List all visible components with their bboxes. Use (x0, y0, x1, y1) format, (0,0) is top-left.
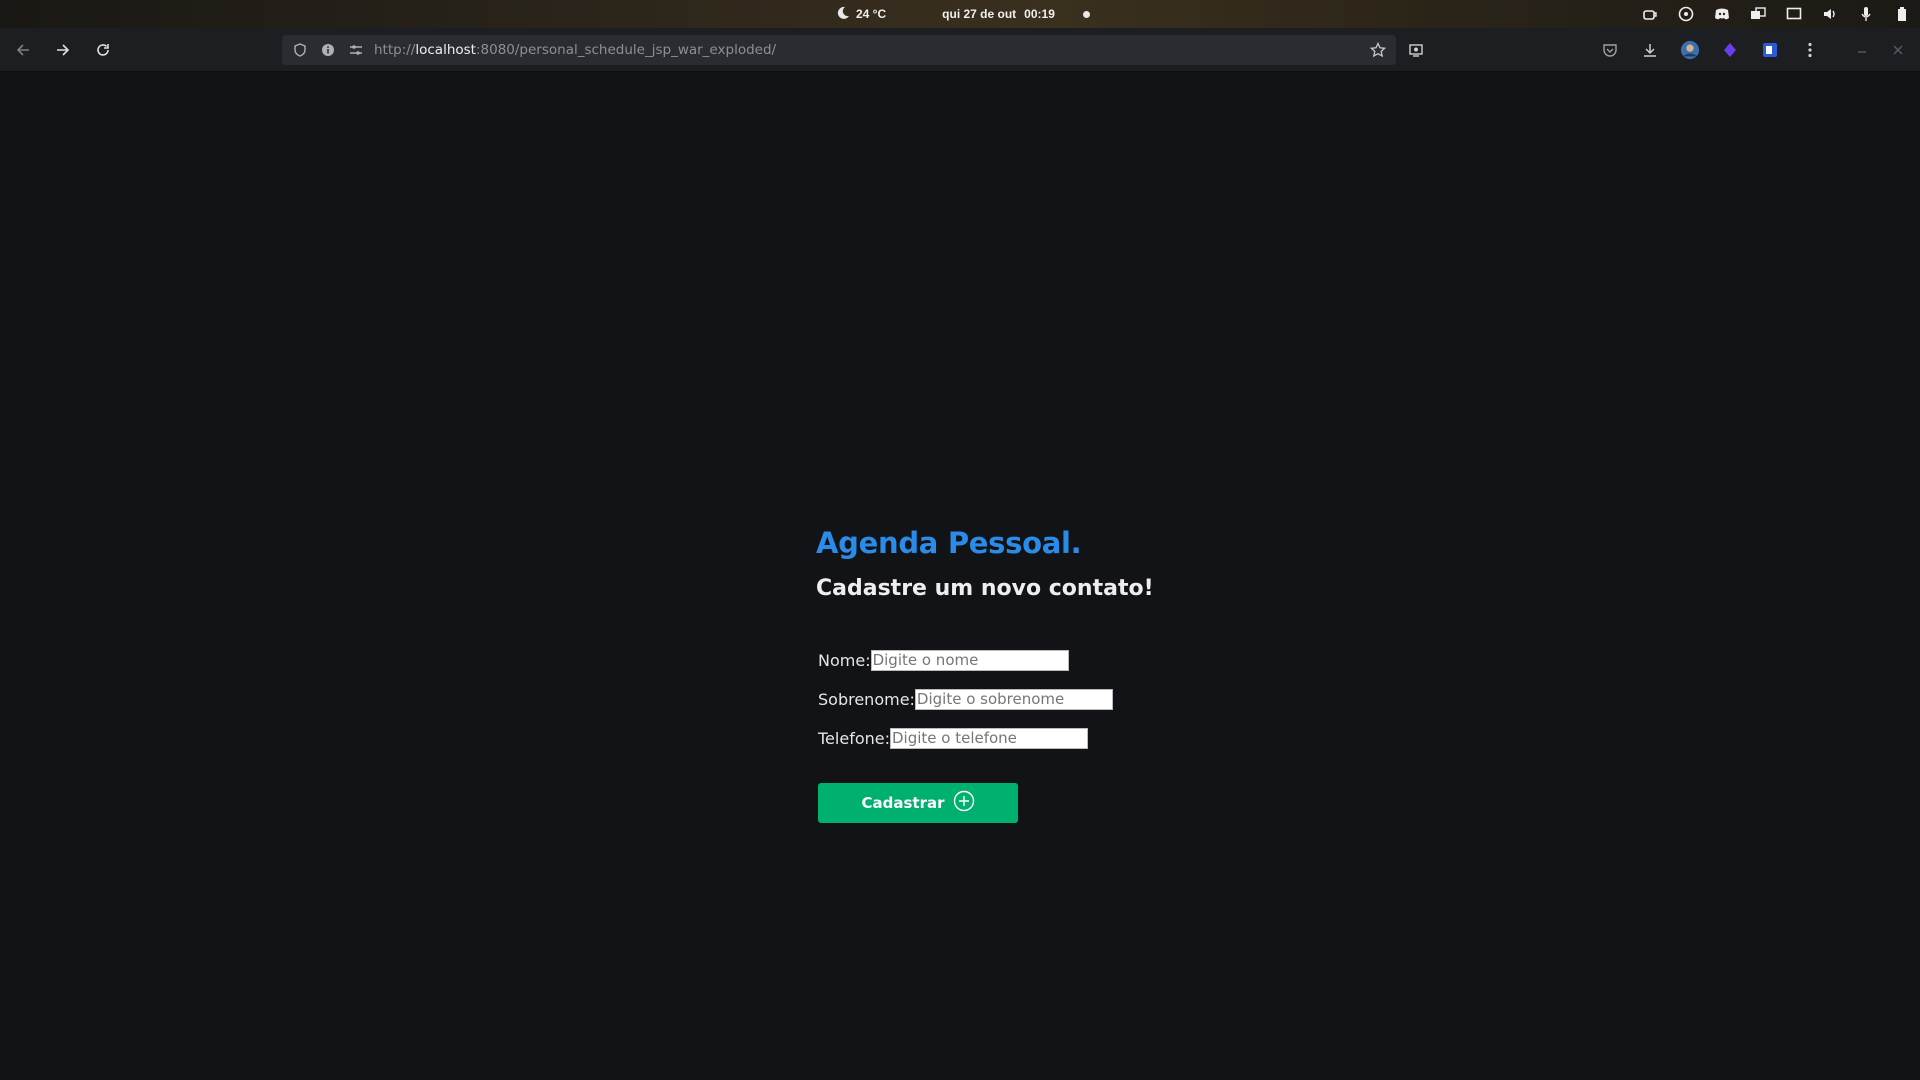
moon-icon (836, 6, 850, 23)
menu-icon[interactable] (1800, 40, 1820, 60)
url-host: localhost (415, 42, 476, 58)
close-icon[interactable] (1888, 40, 1908, 60)
reload-button[interactable] (91, 38, 115, 62)
extension-blue-icon[interactable] (1760, 40, 1780, 60)
url-path: :8080/personal_schedule_jsp_war_exploded… (475, 42, 777, 58)
screenshot-icon[interactable] (1406, 40, 1426, 60)
field-row-telefone: Telefone: (818, 727, 1236, 749)
nome-label: Nome: (818, 650, 871, 670)
system-clock-area[interactable]: 24 °C qui 27 de out 00:19 (836, 0, 1090, 28)
nome-input[interactable] (870, 649, 1069, 671)
extension-purple-icon[interactable] (1720, 40, 1740, 60)
date-label: qui 27 de out (942, 7, 1017, 21)
telefone-input[interactable] (889, 727, 1088, 749)
field-row-nome: Nome: (818, 649, 1236, 671)
info-icon[interactable] (320, 42, 336, 58)
screen-icon[interactable] (1786, 6, 1802, 22)
window-switch-icon[interactable] (1750, 6, 1766, 22)
notification-dot (1082, 10, 1090, 18)
system-top-bar: 24 °C qui 27 de out 00:19 (0, 0, 1920, 28)
form-fields: Nome: Sobrenome: Telefone: (816, 649, 1236, 749)
microphone-icon[interactable] (1858, 6, 1874, 22)
pocket-icon[interactable] (1600, 40, 1620, 60)
volume-icon[interactable] (1822, 6, 1838, 22)
cadastrar-button[interactable]: Cadastrar (818, 783, 1018, 823)
back-button[interactable] (11, 38, 35, 62)
weather-widget[interactable]: 24 °C (836, 6, 886, 23)
contact-form: Agenda Pessoal. Cadastre um novo contato… (816, 526, 1236, 823)
url-scheme: http:// (374, 42, 416, 58)
page-content: Agenda Pessoal. Cadastre um novo contato… (0, 72, 1920, 1080)
system-tray (1642, 0, 1910, 28)
cadastrar-label: Cadastrar (861, 794, 945, 812)
telefone-label: Telefone: (818, 728, 890, 748)
minimize-icon[interactable] (1852, 40, 1872, 60)
site-permissions-icon[interactable] (348, 42, 364, 58)
plus-circle-icon (953, 790, 975, 816)
battery-icon[interactable] (1894, 6, 1910, 22)
browser-toolbar: http://localhost:8080/personal_schedule_… (0, 28, 1920, 72)
page-title: Agenda Pessoal. (816, 526, 1082, 560)
forward-icon (57, 44, 70, 56)
soccer-ball-icon[interactable] (1678, 6, 1694, 22)
sobrenome-label: Sobrenome: (818, 689, 915, 709)
shield-icon[interactable] (292, 42, 308, 58)
discord-icon[interactable] (1714, 6, 1730, 22)
coffee-icon[interactable] (1642, 6, 1658, 22)
sobrenome-input[interactable] (914, 688, 1113, 710)
page-subtitle: Cadastre um novo contato! (816, 576, 1154, 601)
forward-button[interactable] (51, 38, 75, 62)
bookmark-star-icon[interactable] (1369, 41, 1387, 58)
profile-avatar-icon[interactable] (1680, 40, 1700, 60)
url-bar[interactable]: http://localhost:8080/personal_schedule_… (282, 35, 1396, 65)
time-label: 00:19 (1024, 7, 1055, 21)
temperature-label: 24 °C (856, 7, 887, 21)
back-icon (16, 44, 29, 56)
field-row-sobrenome: Sobrenome: (818, 688, 1236, 710)
download-icon[interactable] (1640, 40, 1660, 60)
reload-icon (97, 44, 109, 56)
url-text[interactable]: http://localhost:8080/personal_schedule_… (374, 42, 776, 58)
